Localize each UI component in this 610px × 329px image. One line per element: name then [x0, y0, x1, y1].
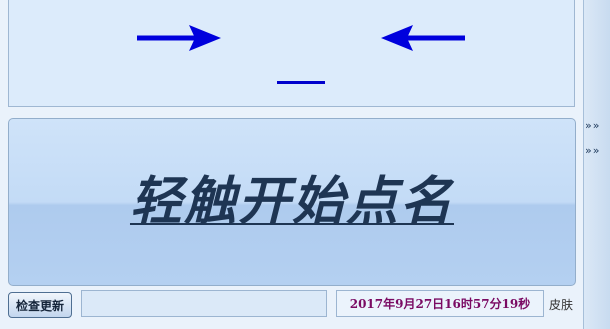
arrow-right-icon — [137, 25, 221, 51]
arrow-left-icon — [381, 25, 465, 51]
selected-name-placeholder — [277, 81, 325, 84]
datetime-display: 2017年9月27日16时57分19秒 — [336, 290, 544, 317]
expand-icon[interactable]: »» — [585, 119, 600, 132]
status-field[interactable] — [81, 290, 327, 317]
check-update-button[interactable]: 检查更新 — [8, 292, 72, 318]
start-roll-call-button[interactable]: 轻触开始点名 — [8, 118, 576, 286]
expand-icon[interactable]: »» — [585, 144, 600, 157]
start-roll-call-label: 轻触开始点名 — [129, 171, 454, 232]
skin-link[interactable]: 皮肤 — [549, 296, 573, 313]
display-panel — [8, 0, 575, 107]
side-panel-strip: »» »» — [583, 0, 610, 329]
